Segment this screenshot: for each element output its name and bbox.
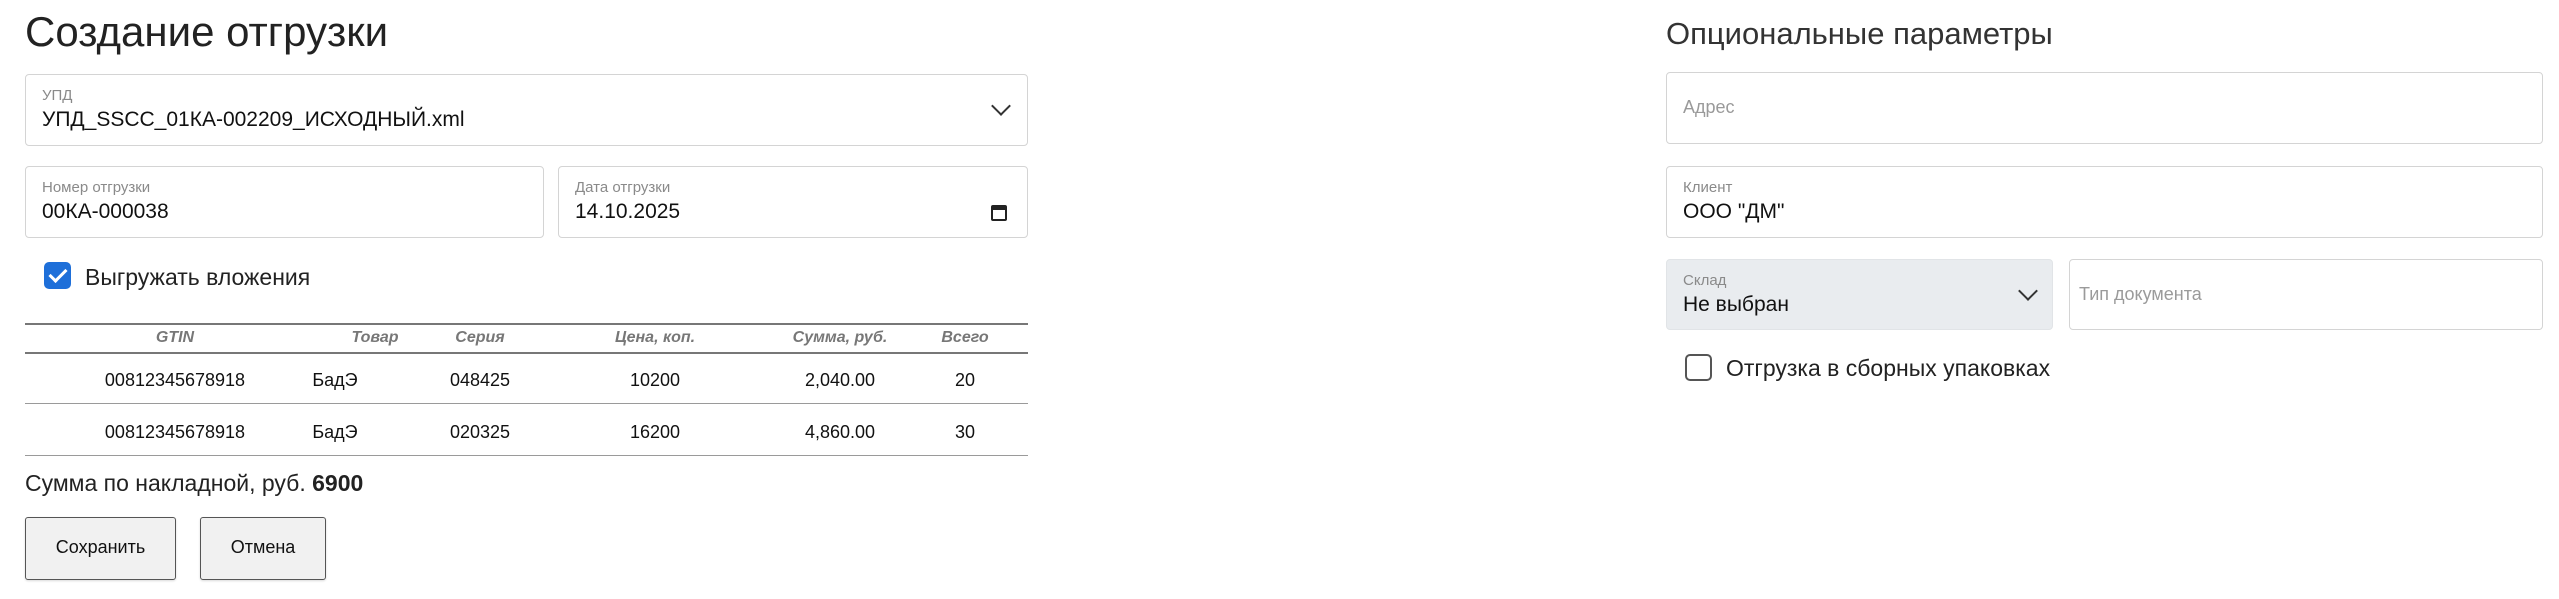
document-type-placeholder: Тип документа — [2079, 284, 2202, 304]
cell-price: 10200 — [629, 370, 681, 390]
address-field[interactable]: Адрес — [1666, 72, 2543, 144]
warehouse-label: Склад — [1683, 272, 1727, 289]
table-header-border — [25, 352, 1028, 354]
cell-price: 16200 — [629, 422, 681, 442]
column-header-gtin: GTIN — [155, 329, 195, 346]
optional-params-title: Опциональные параметры — [1666, 16, 2053, 51]
invoice-total: Сумма по накладной, руб. 6900 — [25, 470, 363, 497]
column-header-sum: Сумма, руб. — [792, 329, 888, 346]
chevron-down-icon — [991, 96, 1011, 116]
upd-select[interactable]: УПД УПД_SSCC_01КА-002209_ИСХОДНЫЙ.xml — [25, 74, 1028, 146]
cell-gtin: 00812345678918 — [104, 422, 246, 442]
address-placeholder: Адрес — [1683, 97, 1735, 117]
client-value: ООО "ДМ" — [1683, 200, 1785, 223]
bulk-packaging-label: Отгрузка в сборных упаковках — [1726, 355, 2051, 381]
cell-total: 30 — [954, 422, 976, 442]
shipment-date-field[interactable]: Дата отгрузки 14.10.2025 — [558, 166, 1028, 238]
table-bottom-border — [25, 455, 1028, 456]
document-type-field[interactable]: Тип документа — [2069, 259, 2543, 330]
client-field[interactable]: Клиент ООО "ДМ" — [1666, 166, 2543, 238]
cell-sum: 4,860.00 — [804, 422, 876, 442]
cell-product: БадЭ — [312, 370, 358, 390]
bulk-packaging-checkbox[interactable] — [1685, 354, 1712, 381]
cell-series: 048425 — [449, 370, 511, 390]
invoice-total-value: 6900 — [312, 470, 364, 496]
cell-gtin: 00812345678918 — [104, 370, 246, 390]
column-header-total: Всего — [941, 329, 989, 346]
column-header-price: Цена, коп. — [614, 329, 696, 346]
warehouse-select[interactable]: Склад Не выбран — [1666, 259, 2053, 330]
save-button[interactable]: Сохранить — [25, 517, 176, 580]
cell-sum: 2,040.00 — [804, 370, 876, 390]
client-label: Клиент — [1683, 179, 1733, 196]
table-row-divider — [25, 403, 1028, 404]
shipment-number-value: 00КА-000038 — [42, 200, 169, 223]
chevron-down-icon — [2018, 281, 2038, 301]
shipment-date-value: 14.10.2025 — [575, 200, 681, 223]
page-title: Создание отгрузки — [25, 8, 389, 55]
calendar-icon[interactable] — [991, 205, 1007, 221]
cell-product: БадЭ — [312, 422, 358, 442]
cell-total: 20 — [954, 370, 976, 390]
shipment-number-field[interactable]: Номер отгрузки 00КА-000038 — [25, 166, 544, 238]
shipment-date-label: Дата отгрузки — [575, 179, 671, 196]
column-header-series: Серия — [455, 329, 505, 346]
cell-series: 020325 — [449, 422, 511, 442]
upd-label: УПД — [42, 87, 73, 104]
cancel-button[interactable]: Отмена — [200, 517, 326, 580]
table-top-border — [25, 323, 1028, 325]
upd-value: УПД_SSCC_01КА-002209_ИСХОДНЫЙ.xml — [42, 108, 465, 131]
export-attachments-label: Выгружать вложения — [85, 264, 311, 290]
invoice-total-label: Сумма по накладной, руб. — [25, 470, 306, 496]
export-attachments-checkbox[interactable] — [44, 262, 71, 289]
warehouse-value: Не выбран — [1683, 293, 1789, 316]
shipment-number-label: Номер отгрузки — [42, 179, 151, 196]
